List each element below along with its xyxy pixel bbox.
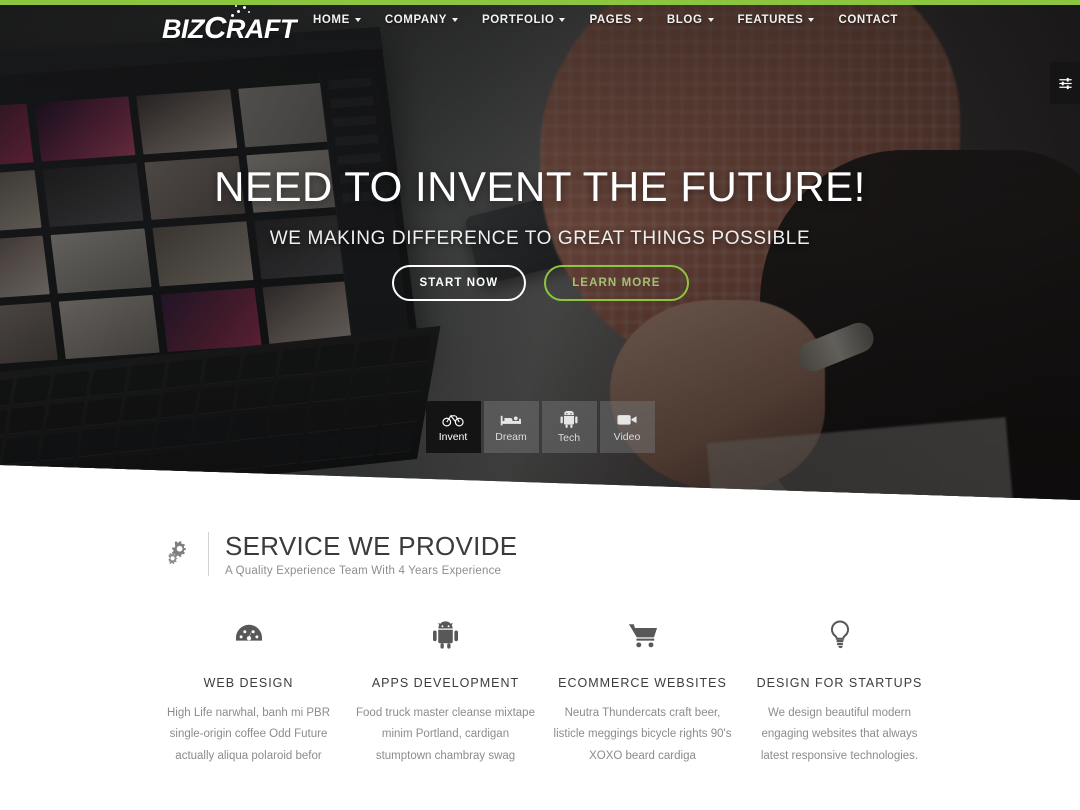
top-accent-bar bbox=[0, 0, 1080, 5]
shopping-cart-icon bbox=[552, 618, 733, 652]
nav-item-blog[interactable]: BLOG bbox=[667, 14, 714, 26]
logo-text-iz: IZ bbox=[181, 14, 205, 44]
logo-dots-icon bbox=[229, 5, 255, 19]
chevron-down-icon bbox=[559, 18, 566, 22]
nav-item-home[interactable]: HOME bbox=[313, 14, 361, 26]
service-description: High Life narwhal, banh mi PBR single-or… bbox=[167, 707, 330, 762]
nav-label: BLOG bbox=[666, 14, 703, 26]
heading-divider bbox=[208, 532, 209, 577]
android-icon bbox=[560, 410, 578, 428]
nav-item-portfolio[interactable]: PORTFOLIO bbox=[481, 14, 566, 26]
chevron-down-icon bbox=[451, 18, 458, 22]
nav-item-features[interactable]: FEATURES bbox=[738, 14, 815, 26]
hero-tab-dream[interactable]: Dream bbox=[483, 401, 539, 453]
bed-icon bbox=[500, 415, 521, 425]
chevron-down-icon bbox=[354, 18, 361, 22]
service-title: DESIGN FOR STARTUPS bbox=[756, 676, 923, 690]
site-header: BIZCRAFT HOME COMPANY PORTFOLIO PAGES BL… bbox=[0, 0, 1080, 52]
learn-more-button[interactable]: LEARN MORE bbox=[544, 265, 689, 301]
site-logo[interactable]: BIZCRAFT bbox=[162, 5, 296, 46]
settings-panel-toggle[interactable] bbox=[1050, 62, 1080, 104]
logo-text-biz: B bbox=[162, 14, 182, 44]
logo-text-c: C bbox=[204, 10, 226, 45]
chevron-down-icon bbox=[808, 18, 815, 22]
section-subtitle: A Quality Experience Team With 4 Years E… bbox=[225, 564, 502, 577]
hero-tab-strip: Invent Dream Tech Video bbox=[0, 401, 1080, 453]
nav-label: PORTFOLIO bbox=[481, 14, 555, 26]
chevron-down-icon bbox=[707, 18, 714, 22]
service-description: Neutra Thundercats craft beer, listicle … bbox=[553, 707, 732, 762]
gears-icon bbox=[168, 541, 186, 565]
hero-title: NEED TO INVENT THE FUTURE! bbox=[214, 163, 866, 210]
service-title: WEB DESIGN bbox=[203, 676, 294, 690]
hero-tab-invent[interactable]: Invent bbox=[425, 401, 481, 453]
section-title: SERVICE WE PROVIDE bbox=[225, 531, 518, 561]
service-card-web-design: WEB DESIGN High Life narwhal, banh mi PB… bbox=[150, 618, 347, 767]
hero-tab-label: Video bbox=[613, 430, 641, 443]
section-heading: SERVICE WE PROVIDE A Quality Experience … bbox=[162, 532, 517, 577]
hero-buttons: START NOW LEARN MORE bbox=[0, 265, 1080, 301]
nav-item-company[interactable]: COMPANY bbox=[385, 14, 458, 26]
nav-label: HOME bbox=[312, 14, 350, 26]
nav-item-pages[interactable]: PAGES bbox=[589, 14, 643, 26]
service-card-apps-development: APPS DEVELOPMENT Food truck master clean… bbox=[347, 618, 544, 767]
lightbulb-icon bbox=[749, 618, 930, 652]
main-navigation: HOME COMPANY PORTFOLIO PAGES BLOG FEATUR… bbox=[313, 14, 898, 26]
nav-item-contact[interactable]: CONTACT bbox=[838, 14, 898, 26]
service-description: We design beautiful modern engaging webs… bbox=[760, 707, 919, 762]
service-title: ECOMMERCE WEBSITES bbox=[558, 676, 727, 690]
nav-label: FEATURES bbox=[737, 14, 804, 26]
hero-tab-label: Dream bbox=[495, 430, 527, 443]
service-card-ecommerce-websites: ECOMMERCE WEBSITES Neutra Thundercats cr… bbox=[544, 618, 741, 767]
hero-tab-label: Tech bbox=[557, 431, 581, 444]
hero-tab-tech[interactable]: Tech bbox=[541, 401, 597, 453]
service-title: APPS DEVELOPMENT bbox=[371, 676, 520, 690]
nav-label: CONTACT bbox=[838, 14, 898, 26]
dashboard-icon bbox=[158, 618, 339, 652]
nav-label: PAGES bbox=[589, 14, 632, 26]
service-description: Food truck master cleanse mixtape minim … bbox=[356, 707, 535, 762]
android-icon bbox=[355, 618, 536, 652]
service-card-design-for-startups: DESIGN FOR STARTUPS We design beautiful … bbox=[741, 618, 938, 767]
hero-subtitle: WE MAKING DIFFERENCE TO GREAT THINGS POS… bbox=[269, 228, 811, 249]
bicycle-icon bbox=[442, 414, 464, 426]
sliders-icon bbox=[1058, 77, 1072, 89]
hero-tab-label: Invent bbox=[438, 430, 468, 443]
chevron-down-icon bbox=[636, 18, 643, 22]
services-grid: WEB DESIGN High Life narwhal, banh mi PB… bbox=[150, 618, 940, 767]
start-now-button[interactable]: START NOW bbox=[391, 265, 527, 301]
hero-tab-video[interactable]: Video bbox=[599, 401, 655, 453]
nav-label: COMPANY bbox=[384, 14, 447, 26]
video-camera-icon bbox=[617, 414, 637, 425]
